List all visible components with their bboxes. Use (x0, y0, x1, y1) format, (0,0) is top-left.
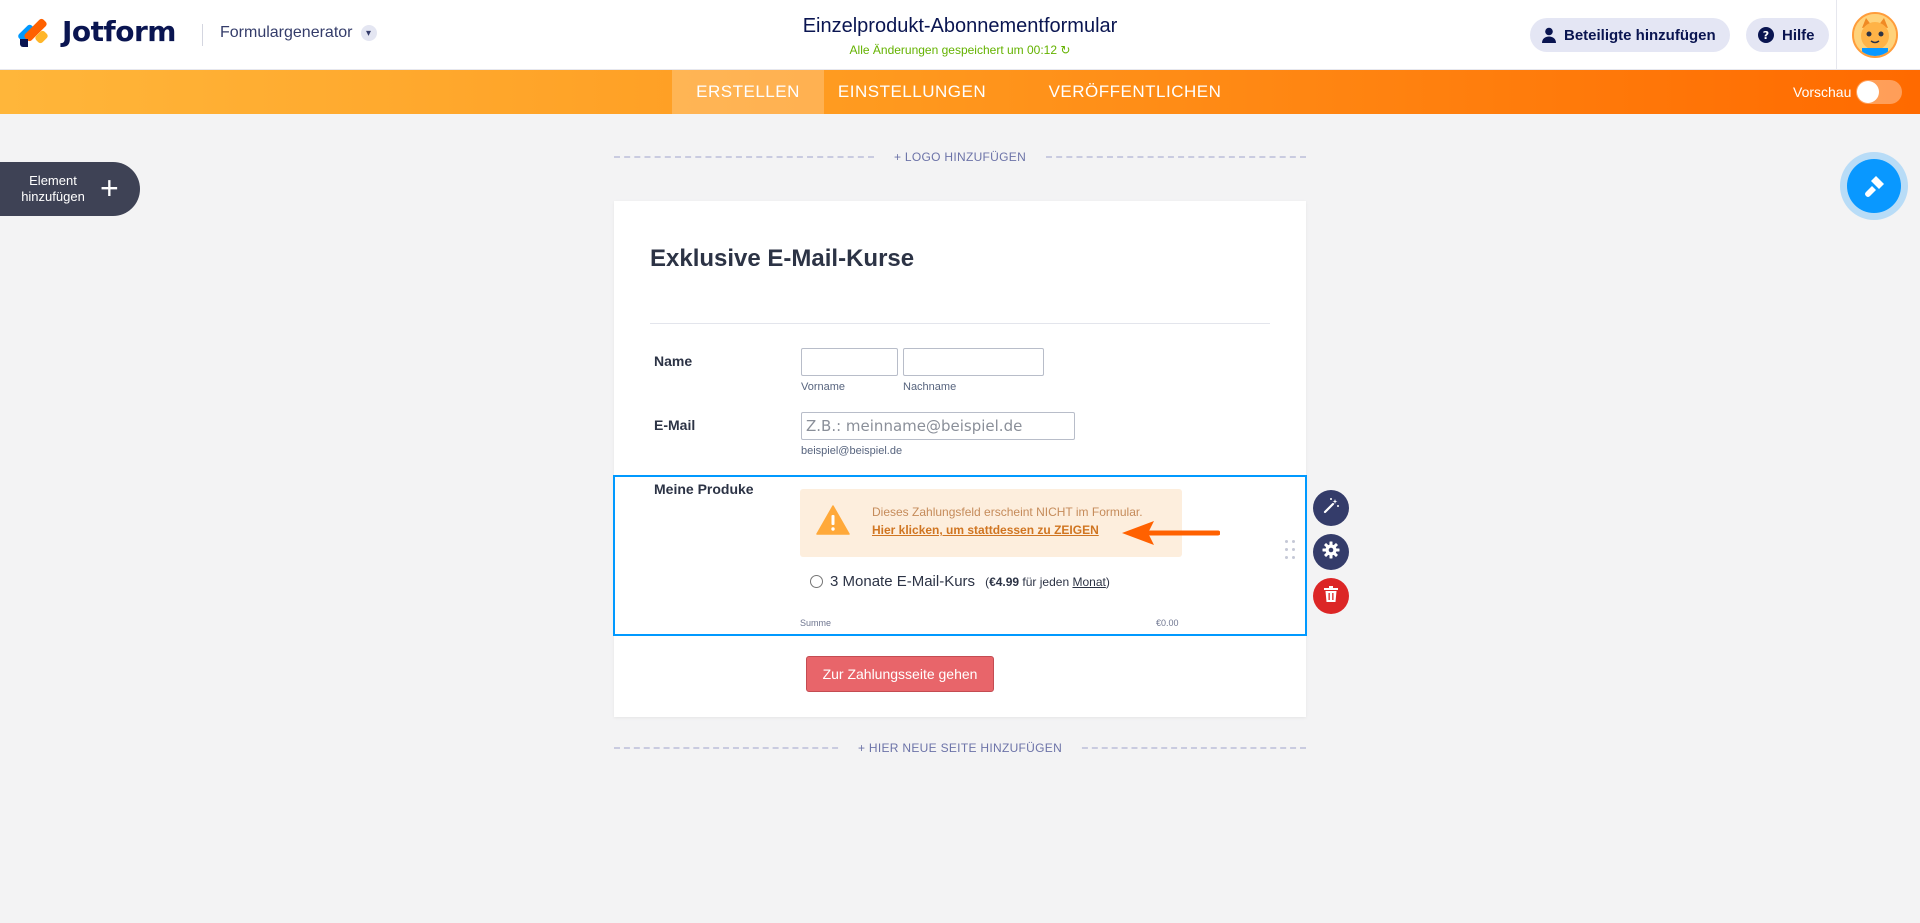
add-element-button[interactable]: Element hinzufügen + (0, 162, 140, 216)
form-heading[interactable]: Exklusive E-Mail-Kurse (650, 245, 914, 273)
invite-collaborators-button[interactable]: Beteiligte hinzufügen (1530, 18, 1730, 52)
product-option[interactable]: 3 Monate E-Mail-Kurs (€4.99 für jeden Mo… (810, 573, 1110, 590)
preview-toggle[interactable] (1856, 80, 1902, 104)
field-settings-button[interactable] (1313, 534, 1349, 570)
last-name-sublabel: Nachname (903, 381, 957, 393)
tab-publish[interactable]: VERÖFFENTLICHEN (1040, 70, 1230, 114)
show-payment-link[interactable]: Hier klicken, um stattdessen zu ZEIGEN (872, 523, 1099, 537)
products-label: Meine Produke (654, 481, 754, 497)
sum-value: €0.00 (1156, 618, 1179, 628)
product-period: Monat (1072, 574, 1106, 589)
form-designer-button[interactable] (1840, 152, 1908, 220)
tab-settings[interactable]: EINSTELLUNGEN (832, 70, 992, 114)
add-page-row: + HIER NEUE SEITE HINZUFÜGEN (614, 741, 1306, 755)
toggle-knob (1857, 81, 1879, 103)
builder-nav: ERSTELLEN EINSTELLUNGEN VERÖFFENTLICHEN … (0, 70, 1920, 114)
refresh-icon: ↻ (1060, 43, 1071, 57)
help-icon: ? (1758, 27, 1774, 43)
help-label: Hilfe (1782, 26, 1815, 44)
avatar-divider (1836, 0, 1837, 70)
tab-create[interactable]: ERSTELLEN (672, 70, 824, 114)
email-placeholder: Z.B.: meinname@beispiel.de (806, 417, 1023, 435)
add-page-label: + HIER NEUE SEITE HINZUFÜGEN (841, 741, 1079, 755)
submit-button[interactable]: Zur Zahlungsseite gehen (806, 656, 994, 692)
warning-icon (816, 505, 850, 540)
last-name-input[interactable] (903, 348, 1044, 376)
top-header: Jotform Formulargenerator ▾ Einzelproduk… (0, 0, 1920, 70)
avatar[interactable] (1852, 12, 1898, 58)
save-status-text: Alle Änderungen gespeichert um 00:12 (849, 43, 1058, 57)
magic-wand-icon (1322, 497, 1340, 520)
email-field[interactable]: Z.B.: meinname@beispiel.de (801, 412, 1075, 440)
product-name: 3 Monate E-Mail-Kurs (830, 573, 976, 590)
sum-label: Summe (800, 618, 832, 628)
first-name-input[interactable] (801, 348, 898, 376)
drag-handle[interactable] (1285, 540, 1297, 570)
gear-icon (1322, 541, 1340, 564)
form-card: Exklusive E-Mail-Kurse Name Vorname Nach… (613, 201, 1307, 717)
add-page-link[interactable]: + HIER NEUE SEITE HINZUFÜGEN (614, 741, 1306, 755)
preview-label: Vorschau (1793, 84, 1852, 100)
name-label: Name (654, 353, 693, 369)
add-element-label: Element hinzufügen (21, 173, 85, 204)
plus-icon: + (100, 170, 119, 206)
trash-icon (1324, 585, 1338, 607)
svg-text:?: ? (1763, 29, 1769, 42)
email-label: E-Mail (654, 417, 696, 433)
user-icon (1542, 27, 1556, 43)
heading-divider (650, 323, 1270, 324)
add-logo-row: + LOGO HINZUFÜGEN (614, 150, 1306, 164)
product-price: (€4.99 für jeden Monat) (985, 574, 1110, 589)
email-sublabel: beispiel@beispiel.de (801, 445, 903, 457)
product-radio[interactable] (810, 575, 823, 588)
first-name-sublabel: Vorname (801, 381, 846, 393)
add-logo-label: + LOGO HINZUFÜGEN (877, 150, 1043, 164)
paint-roller-icon (1847, 159, 1901, 213)
help-button[interactable]: ? Hilfe (1746, 18, 1829, 52)
arrow-annotation (1120, 520, 1221, 551)
add-logo-link[interactable]: + LOGO HINZUFÜGEN (614, 150, 1306, 164)
magic-wand-button[interactable] (1313, 490, 1349, 526)
delete-field-button[interactable] (1313, 578, 1349, 614)
warning-text: Dieses Zahlungsfeld erscheint NICHT im F… (872, 505, 1143, 519)
product-price-amount: €4.99 (989, 574, 1020, 589)
invite-label: Beteiligte hinzufügen (1564, 26, 1716, 44)
